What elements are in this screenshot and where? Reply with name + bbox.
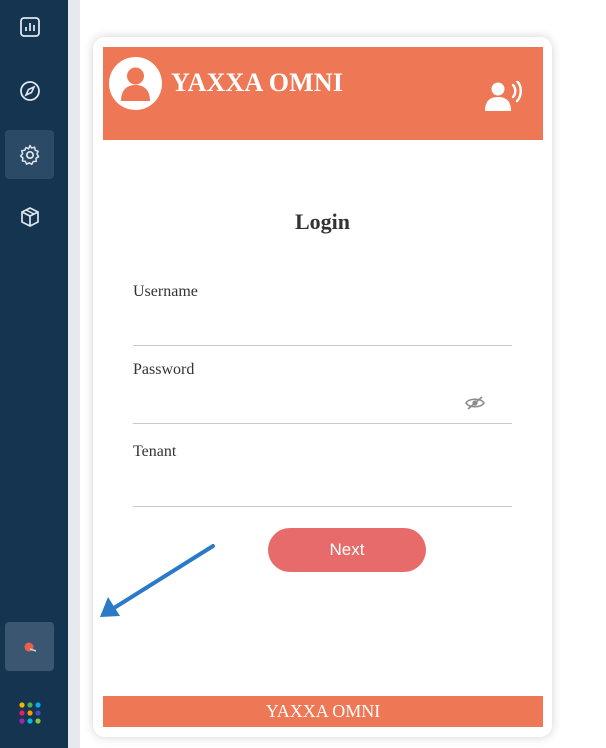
page-title: Login [294, 209, 351, 234]
username-input[interactable] [133, 315, 473, 339]
apps-grid-button[interactable] [5, 688, 54, 737]
voice-icon [485, 79, 522, 111]
tenant-input[interactable] [133, 477, 473, 501]
user-icon [121, 67, 150, 101]
login-card: YAXXA OMNI Login Username Password Tenan… [93, 37, 552, 737]
eye-off-icon [465, 396, 485, 410]
sidebar-gutter [68, 0, 80, 748]
avatar [109, 57, 162, 110]
box-icon [20, 206, 39, 227]
tenant-label: Tenant [133, 443, 177, 460]
chart-icon [19, 16, 40, 37]
sidebar [0, 0, 68, 748]
password-label: Password [133, 361, 195, 378]
username-label: Username [133, 283, 198, 300]
password-underline [133, 423, 512, 424]
app-logo-icon [24, 642, 36, 652]
footer-banner: YAXXA OMNI [103, 696, 543, 727]
sidebar-item-settings[interactable] [5, 130, 54, 179]
username-underline [133, 345, 512, 346]
gear-icon [19, 144, 39, 165]
voice-user-icon[interactable] [485, 79, 525, 116]
sidebar-item-packages[interactable] [5, 192, 54, 241]
tenant-underline [133, 506, 512, 507]
apps-grid-icon [18, 701, 41, 724]
sidebar-item-explore[interactable] [5, 66, 54, 115]
brand-banner: YAXXA OMNI [103, 47, 543, 140]
sidebar-item-dashboard[interactable] [5, 2, 54, 51]
sidebar-item-app[interactable] [5, 622, 54, 671]
password-input[interactable] [133, 393, 473, 417]
toggle-password-visibility[interactable] [465, 395, 485, 416]
brand-name: YAXXA OMNI [171, 68, 344, 97]
compass-icon [19, 80, 40, 101]
next-button[interactable]: Next [268, 528, 426, 572]
